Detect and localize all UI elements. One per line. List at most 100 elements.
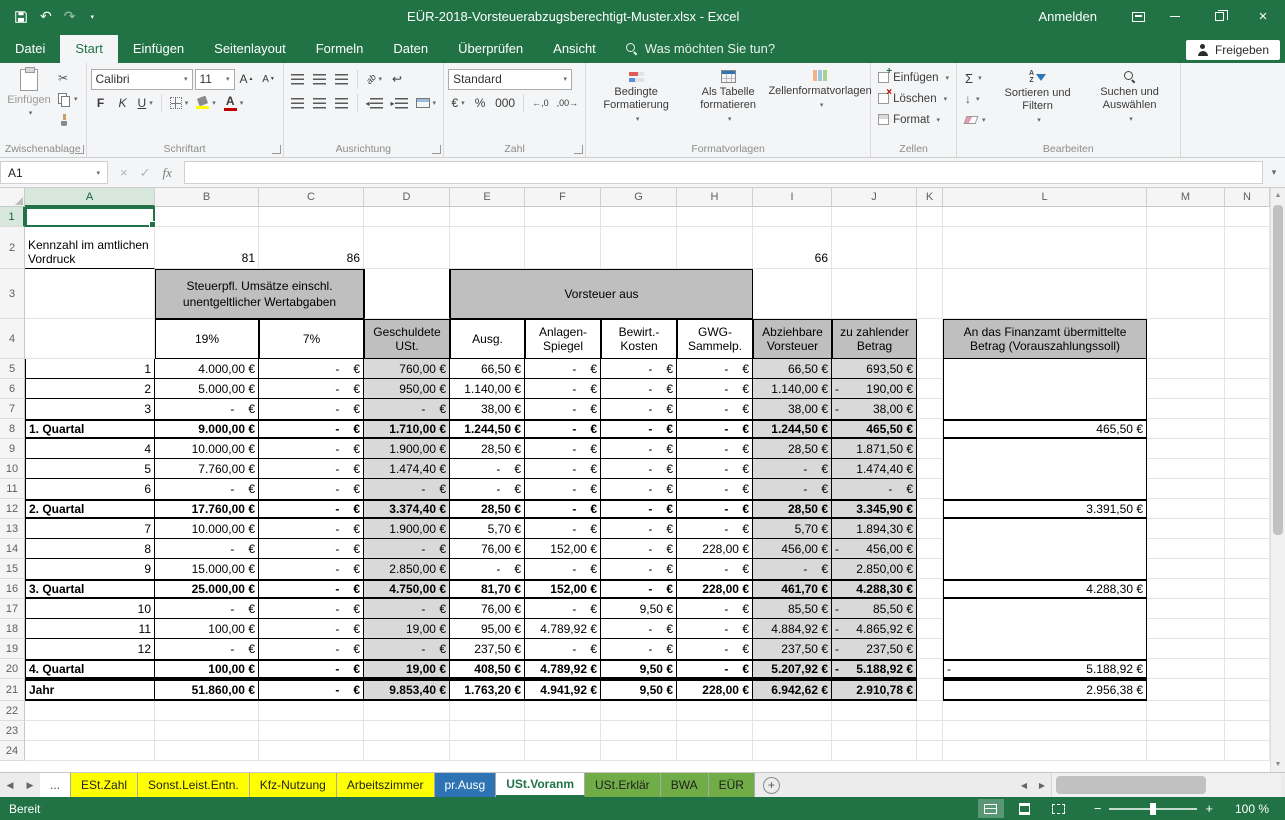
cell-N21[interactable] [1225,679,1270,701]
cell-I21[interactable]: 6.942,62 € [753,679,832,701]
cell-I13[interactable]: 5,70 € [753,519,832,539]
cell-N18[interactable] [1225,619,1270,639]
row-header-23[interactable]: 23 [0,721,25,741]
cell-C9[interactable]: -€ [259,439,364,459]
undo-button[interactable]: ↶ [40,8,52,25]
cell-F24[interactable] [525,741,601,761]
cell-M7[interactable] [1147,399,1225,419]
cell-I17[interactable]: 85,50 € [753,599,832,619]
cell-L5[interactable] [943,359,1147,379]
cell-L10[interactable] [943,459,1147,479]
sheet-tab-eür[interactable]: EÜR [709,773,755,797]
cell-D9[interactable]: 1.900,00 € [364,439,450,459]
cell-K14[interactable] [917,539,943,559]
page-layout-view-button[interactable] [1012,799,1038,818]
cell-E19[interactable]: 237,50 € [450,639,525,659]
cell-G10[interactable]: -€ [601,459,677,479]
sheet-tab-pr-ausg[interactable]: pr.Ausg [435,773,497,797]
cell-N5[interactable] [1225,359,1270,379]
percent-style-button[interactable]: % [470,93,490,113]
row-header-17[interactable]: 17 [0,599,25,619]
cell-C15[interactable]: -€ [259,559,364,579]
cell-I16[interactable]: 461,70 € [753,579,832,599]
row-header-8[interactable]: 8 [0,419,25,439]
cell-B20[interactable]: 100,00 € [155,659,259,679]
cell-J24[interactable] [832,741,917,761]
decrease-indent-button[interactable]: ◂ [363,93,386,113]
cell-A18[interactable]: 11 [25,619,155,639]
cell-G14[interactable]: -€ [601,539,677,559]
cell-B11[interactable]: -€ [155,479,259,499]
cell-M16[interactable] [1147,579,1225,599]
cell-F10[interactable]: -€ [525,459,601,479]
delete-cells-button[interactable]: Löschen▾ [875,88,952,109]
cell-E22[interactable] [450,701,525,721]
align-top-button[interactable] [288,69,308,89]
cell-G23[interactable] [601,721,677,741]
cell-B17[interactable]: -€ [155,599,259,619]
font-name-select[interactable]: Calibri▾ [91,69,193,90]
cell-B2[interactable]: 81 [155,227,259,269]
italic-button[interactable]: K [113,93,133,113]
close-button[interactable]: × [1241,0,1285,33]
cell-J5[interactable]: 693,50 € [832,359,917,379]
save-button[interactable] [14,10,28,24]
font-color-button[interactable]: A▾ [221,93,247,113]
cell-N8[interactable] [1225,419,1270,439]
cell-E16[interactable]: 81,70 € [450,579,525,599]
sign-in-button[interactable]: Anmelden [1038,9,1097,24]
cell-A1[interactable] [25,207,155,227]
column-header-C[interactable]: C [259,188,364,207]
cell-H8[interactable]: -€ [677,419,753,439]
cell-C16[interactable]: -€ [259,579,364,599]
column-header-J[interactable]: J [832,188,917,207]
cell-A23[interactable] [25,721,155,741]
cell-H14[interactable]: 228,00 € [677,539,753,559]
cell-F5[interactable]: -€ [525,359,601,379]
cell-E21[interactable]: 1.763,20 € [450,679,525,701]
cell-J2[interactable] [832,227,917,269]
cell-E15[interactable]: -€ [450,559,525,579]
scroll-down-icon[interactable]: ▼ [1271,757,1285,772]
cell-A11[interactable]: 6 [25,479,155,499]
cell-I1[interactable] [753,207,832,227]
cell-K16[interactable] [917,579,943,599]
cell-G20[interactable]: 9,50 € [601,659,677,679]
accounting-format-button[interactable]: €▾ [448,93,468,113]
cell-K24[interactable] [917,741,943,761]
horizontal-scrollbar[interactable] [1051,773,1281,797]
cell-I15[interactable]: -€ [753,559,832,579]
cell-F8[interactable]: -€ [525,419,601,439]
merge-center-button[interactable]: ▾ [413,93,440,113]
horizontal-scroll-thumb[interactable] [1056,776,1206,794]
cell-B9[interactable]: 10.000,00 € [155,439,259,459]
increase-decimal-button[interactable]: ←,0 [529,93,552,113]
cell-G1[interactable] [601,207,677,227]
cell-F18[interactable]: 4.789,92 € [525,619,601,639]
cell-K18[interactable] [917,619,943,639]
column-header-N[interactable]: N [1225,188,1270,207]
cell-K8[interactable] [917,419,943,439]
cell-E10[interactable]: -€ [450,459,525,479]
cell-J21[interactable]: 2.910,78 € [832,679,917,701]
cell-N11[interactable] [1225,479,1270,499]
fill-button[interactable]: ↓▾ [963,90,988,108]
cell-H9[interactable]: -€ [677,439,753,459]
cell-A24[interactable] [25,741,155,761]
tab-ansicht[interactable]: Ansicht [538,35,611,63]
cell-H20[interactable]: -€ [677,659,753,679]
cell-I4[interactable]: Abziehbare Vorsteuer [753,319,832,359]
cell-E6[interactable]: 1.140,00 € [450,379,525,399]
cell-G17[interactable]: 9,50 € [601,599,677,619]
cell-N10[interactable] [1225,459,1270,479]
cell-N17[interactable] [1225,599,1270,619]
cell-H2[interactable] [677,227,753,269]
vertical-scrollbar[interactable]: ▲ ▼ [1270,188,1285,772]
cell-F7[interactable]: -€ [525,399,601,419]
cell-K22[interactable] [917,701,943,721]
zoom-slider[interactable] [1109,808,1197,810]
row-header-16[interactable]: 16 [0,579,25,599]
cell-H12[interactable]: -€ [677,499,753,519]
cell-F2[interactable] [525,227,601,269]
format-cells-button[interactable]: Format▾ [875,109,952,130]
